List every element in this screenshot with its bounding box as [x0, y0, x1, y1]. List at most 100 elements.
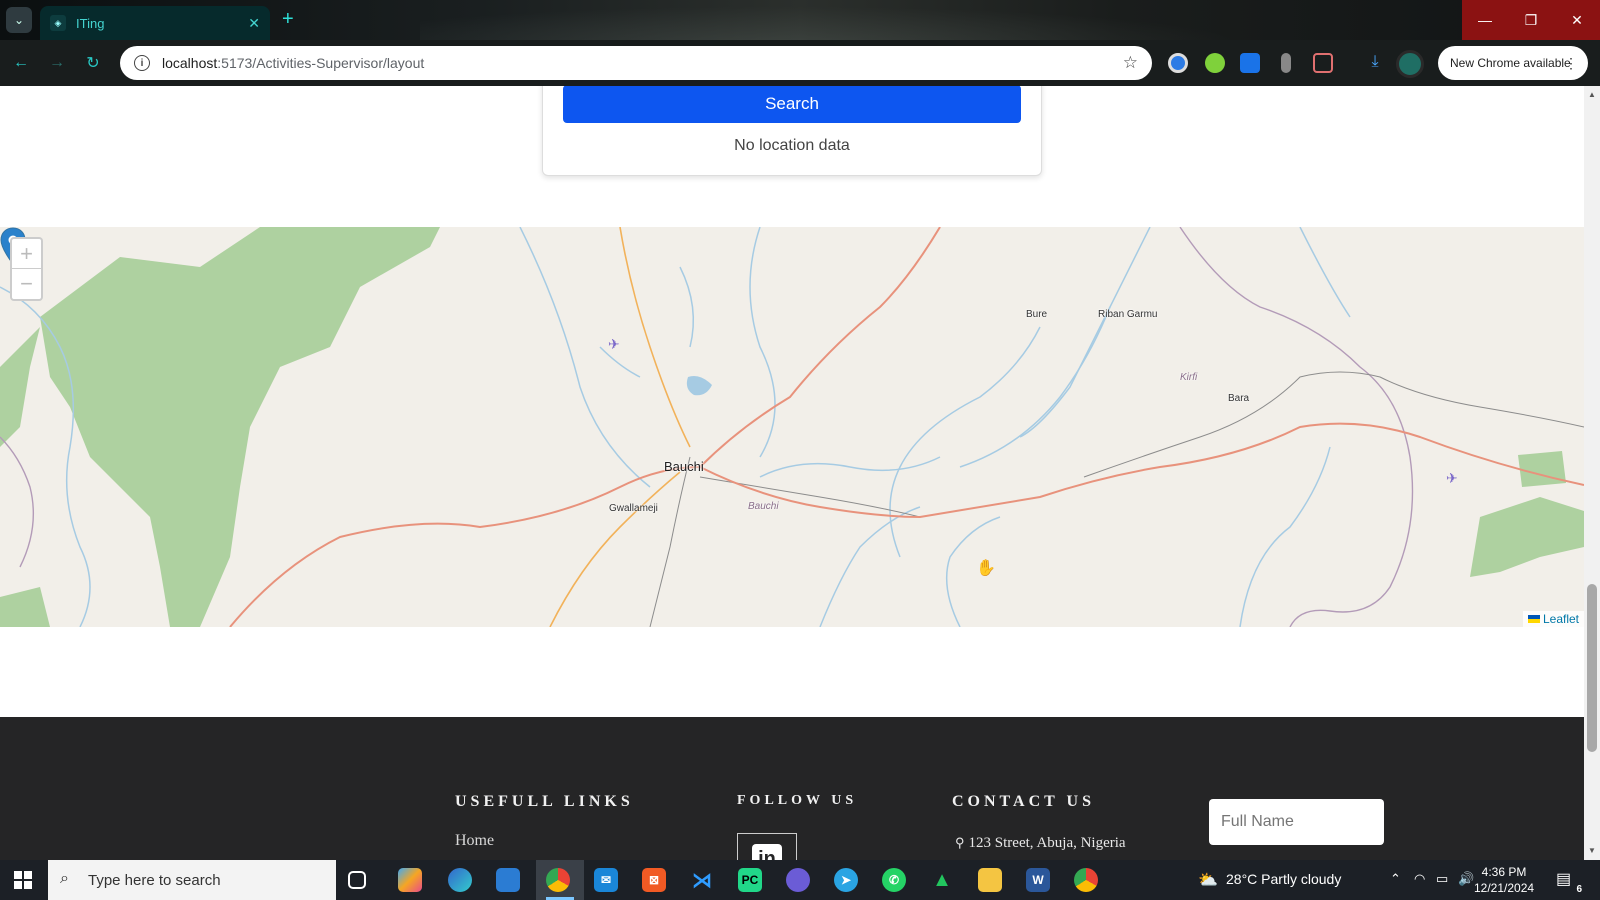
- new-tab-button[interactable]: +: [282, 8, 294, 31]
- word-icon[interactable]: W: [1026, 868, 1050, 892]
- contact-us-heading: CONTACT US: [952, 793, 1095, 810]
- zoom-control: + −: [10, 237, 43, 301]
- extensions-puzzle-icon[interactable]: [1313, 53, 1333, 73]
- app-icon-green[interactable]: ▲: [930, 868, 954, 892]
- map-label-bara: Bara: [1228, 393, 1250, 404]
- store-icon[interactable]: [496, 868, 520, 892]
- map-label-bure: Bure: [1026, 309, 1048, 320]
- url-host: localhost: [162, 55, 218, 71]
- home-link[interactable]: Home: [455, 832, 494, 850]
- location-map[interactable]: ✈ ✈ Bauchi Gwallameji Bauchi Bure Riban …: [0, 227, 1584, 627]
- windows-taskbar: ⌕ Type here to search ✉ ⊠ ⋊ PC ➤ ✆ ▲ W ⛅…: [0, 860, 1600, 900]
- reload-icon[interactable]: ↻: [82, 52, 104, 74]
- volume-icon[interactable]: 🔊: [1458, 871, 1474, 887]
- extension-icon-4[interactable]: [1281, 53, 1291, 73]
- taskbar-search-placeholder: Type here to search: [88, 871, 221, 889]
- restore-window-button[interactable]: ❐: [1508, 0, 1554, 40]
- telegram-icon[interactable]: ➤: [834, 868, 858, 892]
- notification-count: 6: [1574, 884, 1584, 895]
- zoom-out-button[interactable]: −: [12, 269, 41, 299]
- profile-avatar[interactable]: [1396, 50, 1424, 78]
- app-icon-purple[interactable]: [786, 868, 810, 892]
- follow-us-heading: FOLLOW US: [737, 793, 858, 808]
- pycharm-icon[interactable]: PC: [738, 868, 762, 892]
- park-east-2: [1470, 497, 1584, 577]
- airport-icon-east: ✈: [1446, 471, 1458, 487]
- minor-roads: [649, 371, 1584, 627]
- linkedin-link[interactable]: in: [737, 833, 797, 860]
- main-roads: [229, 227, 1584, 627]
- copilot-icon[interactable]: [398, 868, 422, 892]
- edge-icon[interactable]: [448, 868, 472, 892]
- battery-icon[interactable]: ▭: [1436, 871, 1448, 887]
- extension-icon-2[interactable]: [1205, 53, 1225, 73]
- scrollbar-thumb[interactable]: [1587, 584, 1597, 752]
- zoom-in-button[interactable]: +: [12, 239, 41, 269]
- tab-search-button[interactable]: ⌄: [6, 7, 32, 33]
- show-hidden-icons-icon[interactable]: ⌃: [1390, 871, 1401, 887]
- whatsapp-icon[interactable]: ✆: [882, 868, 906, 892]
- url-path: :5173/Activities-Supervisor/layout: [217, 55, 425, 71]
- page-scrollbar[interactable]: ▲ ▼: [1584, 86, 1600, 860]
- mail-icon[interactable]: ✉: [594, 868, 618, 892]
- map-label-gwallameji: Gwallameji: [609, 503, 658, 514]
- vscode-icon[interactable]: ⋊: [690, 868, 714, 892]
- new-chrome-available-button[interactable]: New Chrome available ⋮: [1438, 46, 1588, 80]
- chrome-profile-icon[interactable]: [1074, 868, 1098, 892]
- map-attribution[interactable]: Leaflet: [1522, 611, 1584, 627]
- forest-reserve-area: [40, 227, 440, 627]
- taskbar-clock[interactable]: 4:36 PM 12/21/2024: [1474, 864, 1534, 896]
- map-label-bauchi-city: Bauchi: [664, 459, 704, 474]
- windows-start-icon[interactable]: [14, 871, 32, 889]
- scroll-up-arrow-icon[interactable]: ▲: [1587, 90, 1597, 99]
- file-explorer-icon[interactable]: [978, 868, 1002, 892]
- extension-icon-3[interactable]: [1240, 53, 1260, 73]
- new-chrome-label: New Chrome available: [1450, 56, 1571, 70]
- download-icon[interactable]: ⤓: [1365, 53, 1385, 73]
- clock-time: 4:36 PM: [1481, 865, 1527, 879]
- map-label-kirfi: Kirfi: [1180, 372, 1198, 383]
- chrome-menu-icon[interactable]: ⋮: [1564, 55, 1578, 72]
- weather-text[interactable]: 28°C Partly cloudy: [1226, 871, 1341, 887]
- search-card: Search No location data: [542, 86, 1042, 176]
- page-viewport: Search No location data ✈ ✈ Bauchi Gwall…: [0, 86, 1584, 860]
- browser-tab[interactable]: ◈ ITing ✕: [40, 6, 270, 40]
- search-button[interactable]: Search: [563, 86, 1021, 123]
- search-icon: ⌕: [60, 870, 69, 887]
- park-east-1: [1518, 451, 1566, 487]
- grab-cursor-icon: ✋: [976, 560, 996, 577]
- attribution-link[interactable]: Leaflet: [1543, 612, 1579, 626]
- full-name-input[interactable]: [1209, 799, 1384, 845]
- minimize-window-button[interactable]: —: [1462, 0, 1508, 40]
- location-pin-icon: ⚲: [955, 835, 965, 850]
- scroll-down-arrow-icon[interactable]: ▼: [1587, 846, 1597, 855]
- site-info-icon[interactable]: i: [134, 55, 150, 71]
- tab-close-icon[interactable]: ✕: [248, 15, 260, 32]
- chrome-icon[interactable]: [546, 868, 570, 892]
- ukraine-flag-icon: [1527, 615, 1540, 623]
- clock-date: 12/21/2024: [1474, 881, 1535, 895]
- taskbar-search-box[interactable]: ⌕ Type here to search: [48, 860, 336, 900]
- bookmark-star-icon[interactable]: ☆: [1123, 53, 1138, 73]
- extension-icon-1[interactable]: [1168, 53, 1188, 73]
- tab-favicon-icon: ◈: [50, 15, 66, 31]
- map-tiles: ✈ ✈: [0, 227, 1584, 627]
- back-icon[interactable]: ←: [10, 52, 32, 74]
- weather-icon[interactable]: ⛅: [1196, 868, 1220, 892]
- secondary-roads: [549, 227, 691, 627]
- address-text: 123 Street, Abuja, Nigeria: [968, 835, 1126, 851]
- linkedin-icon: in: [752, 844, 782, 860]
- useful-links-heading: USEFULL LINKS: [455, 793, 634, 810]
- notifications-icon[interactable]: ▤ 6: [1556, 869, 1584, 895]
- close-window-button[interactable]: ✕: [1554, 0, 1600, 40]
- task-view-icon[interactable]: [348, 871, 366, 889]
- contact-address: ⚲ 123 Street, Abuja, Nigeria: [955, 835, 1126, 852]
- airport-icon-west: ✈: [608, 337, 620, 353]
- tab-title: ITing: [76, 15, 105, 31]
- address-bar[interactable]: i localhost:5173/Activities-Supervisor/l…: [120, 46, 1152, 80]
- reservoir: [686, 376, 712, 396]
- forward-icon[interactable]: →: [46, 52, 68, 74]
- xampp-icon[interactable]: ⊠: [642, 868, 666, 892]
- network-icon[interactable]: ◠: [1414, 871, 1425, 887]
- forest-reserve-west: [0, 327, 40, 447]
